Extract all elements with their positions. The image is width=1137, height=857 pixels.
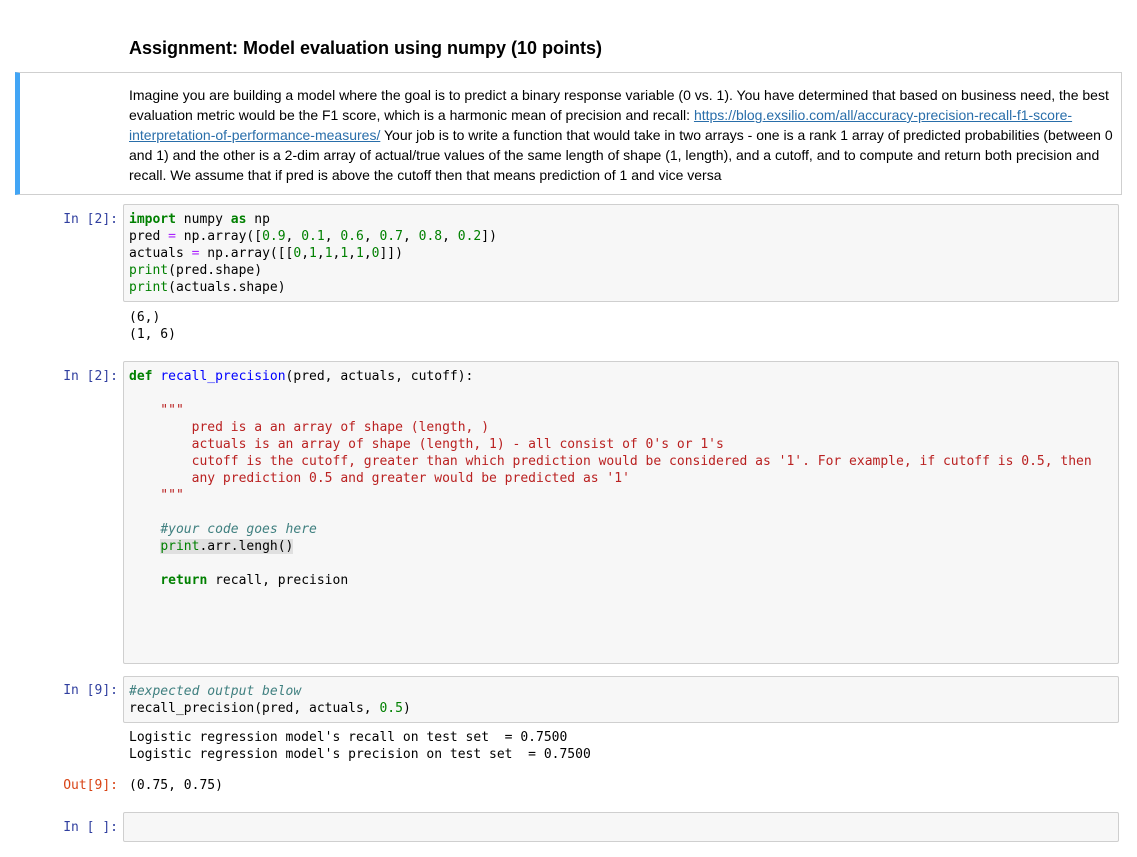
- code-token: return: [160, 573, 208, 588]
- code-number: 1: [309, 246, 317, 261]
- cell-3-stdout: Logistic regression model's recall on te…: [129, 730, 591, 762]
- code-token: numpy: [175, 212, 231, 227]
- code-number: 1: [356, 246, 364, 261]
- code-number: 1: [324, 246, 333, 261]
- code-token: recall_precision: [160, 369, 286, 384]
- code-token: print: [129, 280, 169, 295]
- code-number: 0.5: [379, 701, 403, 716]
- cell-4-input-prompt: In [ ]:: [63, 820, 118, 835]
- code-docstring: """ pred is a an array of shape (length,…: [160, 403, 1092, 503]
- code-number: 0.1: [301, 229, 325, 244]
- code-token: import: [129, 212, 176, 227]
- cell-2-input-prompt: In [2]:: [63, 369, 118, 384]
- code-highlight: print.arr.lengh(): [160, 539, 294, 554]
- cell-3-input-prompt: In [9]:: [63, 683, 118, 698]
- code-token: actuals: [129, 246, 192, 261]
- code-token: recall, precision: [207, 573, 349, 588]
- code-token: pred: [129, 229, 169, 244]
- code-number: 0.6: [340, 229, 364, 244]
- code-number: 0.2: [457, 229, 482, 244]
- code-comment: #your code goes here: [160, 522, 317, 537]
- code-token: ): [402, 701, 411, 716]
- cell-2-code: def recall_precision(pred, actuals, cuto…: [129, 368, 1092, 589]
- code-number: 0.8: [418, 229, 443, 244]
- cell-3-output-prompt: Out[9]:: [63, 778, 118, 793]
- cell-1-code: import numpy as np pred = np.array([0.9,…: [129, 212, 497, 295]
- cell-2-code-editor[interactable]: def recall_precision(pred, actuals, cuto…: [123, 361, 1119, 664]
- cell-3-code: #expected output below recall_precision(…: [129, 683, 411, 717]
- code-token: (pred.shape): [168, 263, 263, 278]
- code-comment: #expected output below: [129, 684, 302, 699]
- cell-1-output: (6,) (1, 6): [129, 310, 176, 342]
- code-token: np.array([[: [199, 246, 294, 261]
- code-token: np: [246, 212, 270, 227]
- cell-3-result: (0.75, 0.75): [129, 778, 223, 793]
- code-token: (pred, actuals, cutoff):: [285, 369, 474, 384]
- code-token: np.array([: [175, 229, 263, 244]
- code-number: 1: [340, 246, 349, 261]
- cell-3-code-editor[interactable]: #expected output below recall_precision(…: [123, 676, 1119, 723]
- code-token: .arr.lengh(): [199, 539, 294, 554]
- code-token: as: [230, 212, 247, 227]
- assignment-heading: Assignment: Model evaluation using numpy…: [129, 38, 603, 58]
- code-token: print: [129, 263, 169, 278]
- code-number: 0.7: [379, 229, 403, 244]
- cell-1-input-prompt: In [2]:: [63, 212, 118, 227]
- assignment-description: Imagine you are building a model where t…: [129, 85, 1114, 185]
- cell-1-code-editor[interactable]: import numpy as np pred = np.array([0.9,…: [123, 204, 1119, 302]
- code-token: =: [168, 229, 176, 244]
- code-token: ]): [481, 229, 497, 244]
- code-token: def: [129, 369, 153, 384]
- code-token: print: [160, 539, 200, 554]
- code-token: ]]): [379, 246, 403, 261]
- cell-4-code-editor[interactable]: [123, 812, 1119, 842]
- markdown-cell[interactable]: Imagine you are building a model where t…: [15, 72, 1122, 195]
- code-number: 0: [293, 246, 302, 261]
- code-number: 0.9: [262, 229, 286, 244]
- code-token: recall_precision(pred, actuals,: [129, 701, 380, 716]
- code-token: (actuals.shape): [168, 280, 286, 295]
